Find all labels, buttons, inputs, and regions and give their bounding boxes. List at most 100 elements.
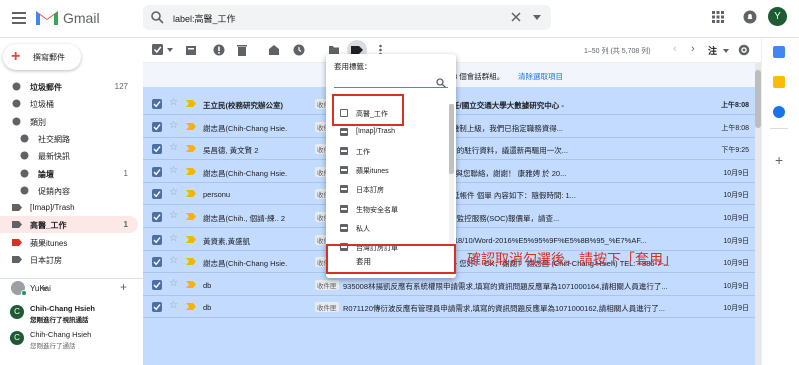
important-marker-icon[interactable] [186,303,196,311]
chat-name[interactable]: Chih-Chang Hsieh [30,330,91,339]
settings-gear-icon[interactable] [738,44,750,56]
row-checkbox[interactable] [152,144,162,155]
tag-icon [20,186,29,195]
label-option-checkbox[interactable] [340,223,348,232]
label-option[interactable]: 工作 [326,142,448,161]
star-icon[interactable]: ☆ [169,233,178,244]
delete-icon[interactable] [236,44,248,56]
search-bar[interactable]: label:高醫_工作 [143,5,551,30]
account-avatar[interactable]: Y [768,7,787,26]
sidebar-item[interactable]: [Imap]/Trash [0,199,138,216]
label-option[interactable]: 生物安全名單 [326,200,448,219]
star-icon[interactable]: ☆ [169,256,178,266]
important-marker-icon[interactable] [186,190,196,198]
keep-icon[interactable] [773,76,785,88]
label-option-checkbox[interactable] [340,185,348,194]
apps-grid-icon[interactable] [712,11,724,23]
archive-icon[interactable] [185,44,197,56]
select-caret-icon[interactable] [167,48,179,60]
compose-button[interactable]: + 撰寫郵件 [3,44,81,70]
important-marker-icon[interactable] [186,122,196,130]
caret-down-icon[interactable] [533,15,541,20]
email-date: 10月9日 [723,215,749,222]
label-chip[interactable]: 收件匣 [315,279,339,290]
sidebar-item[interactable]: 促銷內容 [0,182,138,199]
label-search-input[interactable] [334,87,448,88]
select-all-checkbox-icon[interactable] [152,44,164,56]
hamburger-menu-icon[interactable] [12,11,28,25]
email-sender: 謝志昌(Chih., 個請-練.. 2 [203,214,286,223]
sidebar-item[interactable]: 日本訂房 [0,251,138,268]
label-option-checkbox[interactable] [340,204,348,213]
clear-selection-link[interactable]: 清除選取項目 [518,71,563,82]
calendar-icon[interactable] [773,46,785,58]
row-checkbox[interactable] [152,257,162,268]
sidebar-item-label: 垃圾郵件 [30,83,62,92]
important-marker-icon[interactable] [186,258,196,266]
star-icon[interactable]: ☆ [169,188,178,198]
label-chip[interactable]: 收件匣 [315,302,339,313]
chat-name[interactable]: Chih-Chang Hsieh [30,304,95,313]
row-checkbox[interactable] [152,189,162,200]
star-icon[interactable]: ☆ [169,165,178,176]
important-marker-icon[interactable] [186,167,196,175]
important-marker-icon[interactable] [186,213,196,220]
sidebar-item[interactable]: 最新快訊 [0,147,138,164]
notifications-icon[interactable] [743,10,757,24]
sidebar-item[interactable]: 論壇 1 [0,165,138,182]
add-addon-button[interactable]: + [775,152,783,168]
important-marker-icon[interactable] [186,280,196,288]
snooze-icon[interactable] [293,44,305,56]
search-icon[interactable] [151,11,164,24]
sidebar-item[interactable]: 社交網路 [0,130,138,147]
important-marker-icon[interactable] [186,145,196,153]
star-icon[interactable]: ☆ [169,143,178,153]
hangouts-avatar[interactable] [11,281,27,296]
row-checkbox[interactable] [152,302,162,313]
label-option-checkbox[interactable] [340,147,348,156]
label-option-checkbox[interactable] [340,166,348,175]
row-checkbox[interactable] [152,166,162,177]
star-icon[interactable]: ☆ [169,278,178,289]
close-icon[interactable] [511,12,521,22]
chevron-down-icon[interactable] [42,287,48,291]
chevron-down-icon[interactable] [723,49,729,53]
sidebar-item[interactable]: 蘋果itunes [0,234,138,251]
row-checkbox[interactable] [152,234,162,245]
star-icon[interactable]: ☆ [169,211,178,221]
category-icon [12,117,21,126]
email-row[interactable]: ☆ db 收件匣 R071120傳衍波反應有管理員申請需求,填寫的資訊問題反應單為10… [143,296,761,319]
star-icon[interactable]: ☆ [169,120,178,131]
newer-page-button[interactable]: ‹ [673,43,677,55]
chat-avatar[interactable]: C [10,305,24,319]
sidebar-item[interactable]: 類別 [0,113,138,130]
tasks-icon[interactable] [773,106,785,118]
mark-read-icon[interactable] [268,44,280,56]
star-icon[interactable]: ☆ [169,98,178,108]
search-input[interactable]: label:高醫_工作 [173,12,236,25]
row-checkbox[interactable] [152,212,162,222]
selection-text: 8 個會話群組。 [453,72,505,81]
row-checkbox[interactable] [152,99,162,109]
input-tools-button[interactable]: 注 [708,44,717,57]
sidebar-item[interactable]: 垃圾桶 [0,95,138,112]
gmail-logo-icon[interactable] [35,8,59,26]
sidebar-item[interactable]: 高醫_工作 1 [0,216,138,234]
label-option[interactable]: 蘋果itunes [326,161,448,180]
important-marker-icon[interactable] [186,100,196,107]
sidebar-item[interactable]: 垃圾郵件 127 [0,78,138,95]
star-icon[interactable]: ☆ [169,301,178,311]
label-option[interactable]: 日本訂房 [326,180,448,199]
new-chat-button[interactable]: + [120,280,127,294]
report-spam-icon[interactable] [213,44,225,56]
row-checkbox[interactable] [152,279,162,290]
row-checkbox[interactable] [152,121,162,132]
label-option[interactable]: 私人 [326,219,448,238]
older-page-button[interactable]: › [691,43,695,55]
label-option-checkbox[interactable] [340,128,348,137]
important-marker-icon[interactable] [186,235,196,243]
annotation-highlight-label [332,94,404,126]
trash-icon [12,99,21,108]
label-menu-scrollbar-thumb[interactable] [449,104,454,174]
chat-avatar[interactable]: C [10,331,24,345]
